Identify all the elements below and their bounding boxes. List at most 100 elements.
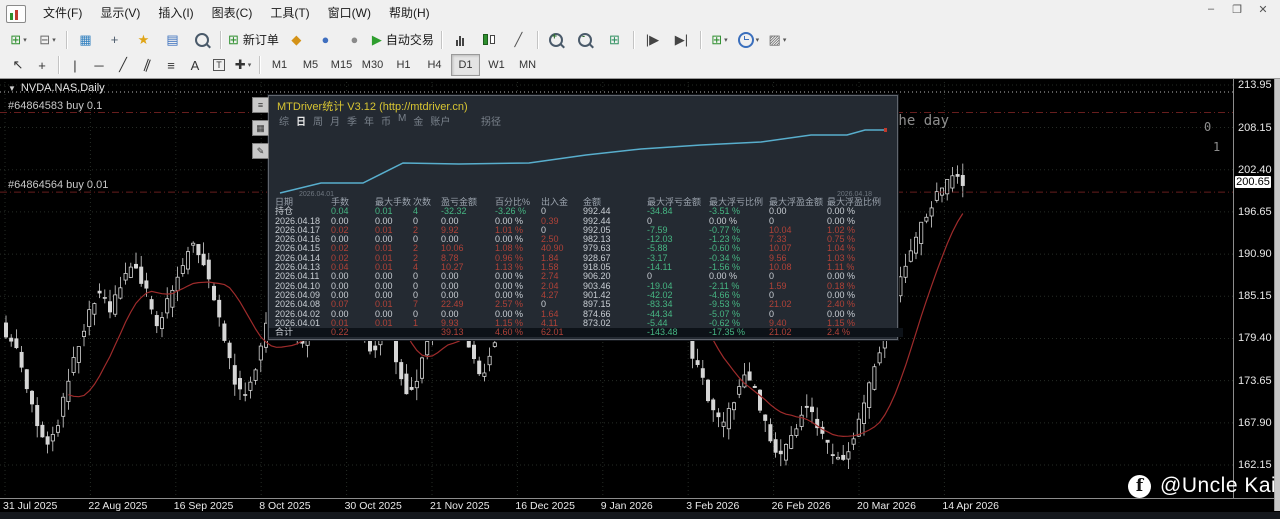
new-chart-button[interactable]: ⊞▾	[4, 28, 33, 51]
close-button[interactable]: ✕	[1256, 3, 1270, 16]
equity-curve-chart: 2026.04.01 2026.04.18	[279, 127, 887, 199]
arrows-icon: ✚	[235, 57, 246, 73]
arrows-tool[interactable]: ✚▾	[231, 54, 255, 76]
right-scrollbar[interactable]	[1274, 78, 1280, 511]
panel-tab-综[interactable]: 综	[279, 113, 289, 128]
table-cell: -14.11	[647, 263, 709, 272]
panel-tab-extra[interactable]: 拐径	[481, 113, 501, 128]
timeframe-W1[interactable]: W1	[482, 54, 511, 76]
bar-chart-mode-button[interactable]	[446, 28, 475, 51]
price-tick-label: 179.40	[1234, 332, 1276, 344]
price-tick-label: 213.95	[1234, 79, 1276, 91]
vertical-line-tool[interactable]: |	[63, 54, 87, 76]
timeframe-D1[interactable]: D1	[451, 54, 480, 76]
sounds-button[interactable]: ●	[340, 28, 369, 51]
profiles-button[interactable]: ⊟▾	[33, 28, 62, 51]
app-icon	[6, 5, 26, 23]
date-tick-label: 20 Mar 2026	[857, 500, 916, 512]
templates-button[interactable]: ▨▾	[763, 28, 792, 51]
chart-symbol-tab[interactable]: ▼ NVDA.NAS,Daily	[8, 82, 105, 94]
periodicity-button[interactable]: ▾	[734, 28, 763, 51]
menu-item[interactable]: 帮助(H)	[380, 0, 439, 27]
date-tick-label: 3 Feb 2026	[686, 500, 739, 512]
chart-shift-button[interactable]: ▶|	[667, 28, 696, 51]
panel-mini-button[interactable]: ✎	[252, 143, 269, 159]
new-order-label: 新订单	[243, 31, 279, 48]
date-tick-label: 8 Oct 2025	[259, 500, 310, 512]
horizontal-line-icon: ─	[94, 58, 103, 73]
table-cell: 0.39	[541, 217, 583, 226]
vertical-line-icon: |	[73, 58, 76, 73]
timeframe-H1[interactable]: H1	[389, 54, 418, 76]
panel-tab-M[interactable]: M	[398, 113, 406, 128]
menu-item[interactable]: 文件(F)	[34, 0, 91, 27]
navigator-button[interactable]: ★	[129, 28, 158, 51]
panel-tab-日[interactable]: 日	[296, 113, 306, 128]
toolbar-separator	[633, 31, 634, 49]
menu-item[interactable]: 工具(T)	[261, 0, 318, 27]
timeframe-MN[interactable]: MN	[513, 54, 542, 76]
text-tool[interactable]: A	[183, 54, 207, 76]
indicators-button[interactable]: ◆	[282, 28, 311, 51]
cursor-tool[interactable]: ↖	[6, 54, 30, 76]
table-row: 合计0.2239.134.60 %62.01-143.48-17.35 %21.…	[269, 328, 903, 337]
panel-tab-周[interactable]: 周	[313, 113, 323, 128]
menu-item[interactable]: 插入(I)	[149, 0, 202, 27]
text-label-tool[interactable]: T	[207, 54, 231, 76]
equidistant-channel-tool[interactable]: ∥	[135, 54, 159, 76]
accounts-button[interactable]: ●	[311, 28, 340, 51]
glyph-icon: ▦	[79, 33, 91, 46]
table-cell: 0.00	[769, 207, 827, 216]
panel-tab-账户[interactable]: 账户	[430, 113, 450, 128]
panel-tab-金[interactable]: 金	[413, 113, 423, 128]
date-tick-label: 21 Nov 2025	[430, 500, 490, 512]
table-cell: -17.35 %	[709, 328, 769, 337]
fibonacci-tool[interactable]: ≡	[159, 54, 183, 76]
timeframe-M5[interactable]: M5	[296, 54, 325, 76]
autotrading-button[interactable]: ▶自动交易	[369, 28, 437, 51]
line-chart-mode-button[interactable]: ╱	[504, 28, 533, 51]
glyph-icon: ★	[138, 33, 150, 46]
restore-button[interactable]: ❐	[1230, 3, 1244, 16]
glyph-icon: +	[111, 33, 119, 46]
auto-scroll-button[interactable]: |▶	[638, 28, 667, 51]
table-cell: -34.84	[647, 207, 709, 216]
zoom-out-button[interactable]: -	[571, 28, 600, 51]
panel-tab-季[interactable]: 季	[347, 113, 357, 128]
tile-windows-button[interactable]: ⊞	[600, 28, 629, 51]
data-window-button[interactable]: +	[100, 28, 129, 51]
crosshair-tool[interactable]: +	[30, 54, 54, 76]
glyph-icon: ●	[321, 33, 329, 46]
toolbar-separator	[259, 56, 260, 74]
horizontal-line-tool[interactable]: ─	[87, 54, 111, 76]
table-cell: 1	[413, 319, 441, 328]
timeframe-H4[interactable]: H4	[420, 54, 449, 76]
current-price-label: 200.65	[1235, 176, 1271, 188]
minimize-button[interactable]: –	[1204, 3, 1218, 16]
price-tick-label: 190.90	[1234, 248, 1276, 260]
panel-tab-年[interactable]: 年	[364, 113, 374, 128]
panel-tab-币[interactable]: 币	[381, 113, 391, 128]
panel-tab-月[interactable]: 月	[330, 113, 340, 128]
tools-toolbar: ↖+ | ─ ╱∥≡AT✚▾ M1M5M15M30H1H4D1W1MN	[0, 52, 1280, 79]
table-cell: 10.08	[769, 263, 827, 272]
add-indicator-button[interactable]: ⊞▾	[705, 28, 734, 51]
candle-chart-mode-button[interactable]	[475, 28, 504, 51]
menu-item[interactable]: 图表(C)	[203, 0, 262, 27]
trendline-tool[interactable]: ╱	[111, 54, 135, 76]
timeframe-M1[interactable]: M1	[265, 54, 294, 76]
market-watch-button[interactable]: ▦	[71, 28, 100, 51]
timeframe-M30[interactable]: M30	[358, 54, 387, 76]
price-axis[interactable]: 200.65 213.95208.15202.40196.65190.90185…	[1233, 78, 1274, 498]
zoom-in-button[interactable]: +	[542, 28, 571, 51]
strategy-tester-button[interactable]	[187, 28, 216, 51]
timeframe-M15[interactable]: M15	[327, 54, 356, 76]
menu-item[interactable]: 显示(V)	[91, 0, 149, 27]
panel-mini-button[interactable]: ▦	[252, 120, 269, 136]
date-axis[interactable]: 31 Jul 202522 Aug 202516 Sep 20258 Oct 2…	[0, 498, 1280, 512]
panel-mini-button[interactable]: ≡	[252, 97, 269, 113]
mtdriver-panel[interactable]: MTDriver统计 V3.12 (http://mtdriver.cn) 综日…	[268, 95, 898, 340]
terminal-button[interactable]: ▤	[158, 28, 187, 51]
new-order-button[interactable]: ⊞新订单	[225, 28, 282, 51]
menu-item[interactable]: 窗口(W)	[319, 0, 380, 27]
